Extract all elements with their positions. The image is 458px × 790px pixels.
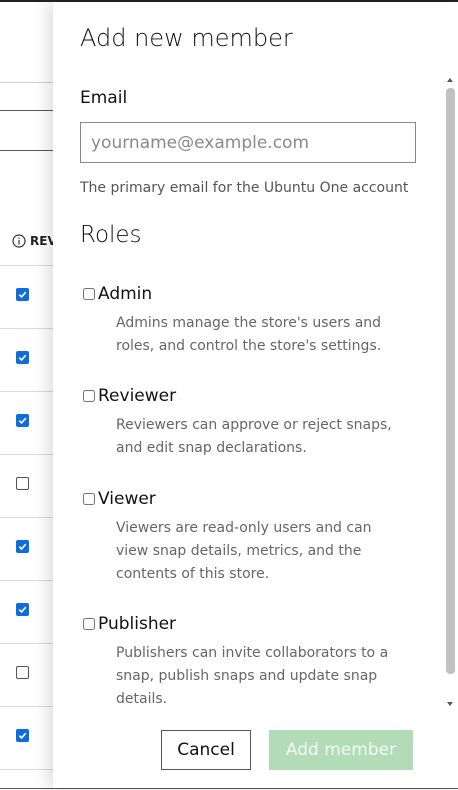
scroll-down-icon[interactable] (444, 698, 456, 710)
role-description: Admins manage the store's users and role… (116, 315, 382, 354)
email-label: Email (80, 88, 128, 108)
checkmark-icon (18, 732, 27, 740)
divider (0, 150, 60, 151)
role-name[interactable]: Reviewer (98, 386, 176, 406)
row-checkbox-checked[interactable] (16, 729, 29, 742)
reviewer-checkbox[interactable] (83, 390, 95, 402)
info-icon (12, 234, 26, 248)
row-divider (0, 769, 60, 770)
cancel-button[interactable]: Cancel (161, 730, 251, 770)
scrollbar-thumb[interactable] (446, 88, 455, 674)
admin-checkbox[interactable] (83, 288, 95, 300)
role-description: Reviewers can approve or reject snaps, a… (116, 417, 392, 456)
role-description: Viewers are read-only users and can view… (116, 520, 372, 582)
row-checkbox[interactable] (16, 477, 29, 490)
panel-scroll-area[interactable]: Email The primary email for the Ubuntu O… (53, 72, 458, 712)
bottom-border (0, 788, 458, 789)
checkmark-icon (18, 291, 27, 299)
panel-scrollbar[interactable] (444, 74, 456, 714)
email-input[interactable] (80, 122, 416, 163)
role-admin: Admin Admins manage the store's users an… (83, 284, 403, 358)
scroll-up-icon[interactable] (444, 74, 456, 86)
row-divider (0, 391, 60, 392)
row-divider (0, 580, 60, 581)
role-publisher: Publisher Publishers can invite collabor… (83, 614, 403, 711)
email-help-text: The primary email for the Ubuntu One acc… (80, 180, 409, 196)
row-divider (0, 643, 60, 644)
role-description: Publishers can invite collaborators to a… (116, 645, 389, 707)
checkmark-icon (18, 543, 27, 551)
row-checkbox-checked[interactable] (16, 351, 29, 364)
checkmark-icon (18, 354, 27, 362)
row-checkbox-checked[interactable] (16, 288, 29, 301)
checkmark-icon (18, 417, 27, 425)
add-member-button[interactable]: Add member (269, 730, 413, 770)
roles-heading: Roles (80, 222, 142, 248)
viewer-checkbox[interactable] (83, 493, 95, 505)
publisher-checkbox[interactable] (83, 618, 95, 630)
row-checkbox[interactable] (16, 666, 29, 679)
role-name[interactable]: Admin (98, 284, 152, 304)
row-divider (0, 328, 60, 329)
divider (0, 110, 60, 111)
row-checkbox-checked[interactable] (16, 540, 29, 553)
row-divider (0, 454, 60, 455)
row-divider (0, 265, 60, 266)
divider (0, 82, 60, 83)
role-name[interactable]: Viewer (98, 489, 156, 509)
row-divider (0, 517, 60, 518)
panel-title: Add new member (80, 24, 293, 52)
role-viewer: Viewer Viewers are read-only users and c… (83, 489, 403, 586)
checkmark-icon (18, 606, 27, 614)
role-reviewer: Reviewer Reviewers can approve or reject… (83, 386, 403, 460)
row-checkbox-checked[interactable] (16, 603, 29, 616)
add-member-panel: Add new member Email The primary email f… (53, 2, 458, 788)
reviewer-column-header[interactable]: REV (12, 234, 57, 248)
row-checkbox-checked[interactable] (16, 414, 29, 427)
role-name[interactable]: Publisher (98, 614, 176, 634)
row-divider (0, 706, 60, 707)
